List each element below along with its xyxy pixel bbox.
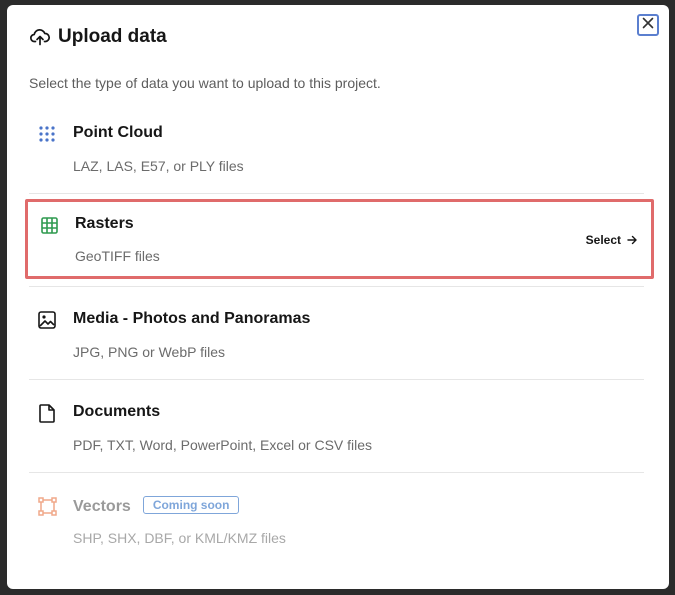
close-icon [642, 16, 654, 34]
option-title: Vectors Coming soon [73, 496, 240, 516]
select-label: Select [585, 233, 621, 247]
option-media[interactable]: Media - Photos and Panoramas JPG, PNG or… [29, 294, 644, 386]
dialog-title: Upload data [58, 26, 167, 47]
dots-grid-icon [37, 124, 57, 144]
option-description: PDF, TXT, Word, PowerPoint, Excel or CSV… [73, 437, 373, 453]
coming-soon-badge: Coming soon [142, 496, 240, 514]
select-button[interactable]: Select [586, 233, 637, 247]
option-rasters[interactable]: Rasters GeoTIFF files Select [25, 199, 654, 279]
option-description: GeoTIFF files [75, 248, 160, 264]
grid-icon [39, 215, 59, 235]
divider [29, 379, 644, 380]
upload-data-dialog: Upload data Select the type of data you … [7, 5, 669, 589]
document-icon [37, 403, 57, 423]
image-icon [37, 310, 57, 330]
option-description: SHP, SHX, DBF, or KML/KMZ files [73, 530, 286, 546]
option-title: Rasters [75, 215, 134, 232]
divider [29, 286, 644, 287]
option-title: Point Cloud [73, 124, 163, 141]
cloud-upload-icon [30, 27, 50, 47]
option-title: Documents [73, 403, 161, 420]
option-description: JPG, PNG or WebP files [73, 344, 225, 360]
option-vectors: Vectors Coming soon SHP, SHX, DBF, or KML… [29, 480, 644, 572]
close-button[interactable] [637, 14, 659, 36]
dialog-header: Upload data [30, 26, 167, 48]
option-title-text: Vectors [73, 498, 131, 515]
option-description: LAZ, LAS, E57, or PLY files [73, 158, 244, 174]
arrow-right-icon [627, 235, 637, 245]
dialog-subtitle: Select the type of data you want to uplo… [29, 75, 381, 91]
option-point-cloud[interactable]: Point Cloud LAZ, LAS, E57, or PLY files [29, 108, 644, 200]
divider [29, 472, 644, 473]
option-documents[interactable]: Documents PDF, TXT, Word, PowerPoint, Ex… [29, 387, 644, 479]
option-title: Media - Photos and Panoramas [73, 310, 311, 327]
vector-shape-icon [37, 496, 57, 516]
divider [29, 193, 644, 194]
